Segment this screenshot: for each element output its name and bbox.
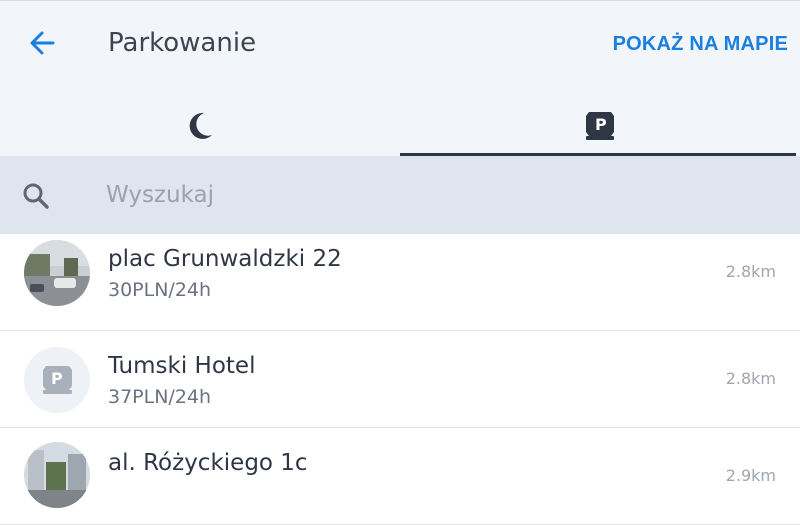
svg-text:P: P — [51, 369, 63, 388]
page-title: Parkowanie — [108, 28, 257, 58]
street-photo-thumbnail — [24, 240, 90, 306]
search-input[interactable] — [106, 175, 746, 215]
parking-icon-thumbnail: P — [24, 347, 90, 413]
list-item[interactable]: plac Grunwaldzki 22 30PLN/24h 2.8km — [0, 234, 800, 331]
item-price: 37PLN/24h — [108, 386, 212, 408]
moon-icon — [189, 112, 212, 139]
arrow-left-icon — [30, 31, 55, 55]
back-button[interactable] — [22, 25, 62, 61]
item-distance: 2.9km — [725, 466, 776, 485]
street-photo-thumbnail — [24, 442, 90, 508]
list-item[interactable]: al. Różyckiego 1c 2.9km — [0, 428, 800, 525]
item-price: 30PLN/24h — [108, 279, 212, 301]
tab-parking[interactable]: P — [400, 97, 800, 155]
item-distance: 2.8km — [725, 262, 776, 281]
tab-night[interactable] — [0, 97, 400, 155]
svg-text:P: P — [595, 115, 607, 134]
parking-icon: P — [43, 366, 72, 394]
item-distance: 2.8km — [725, 369, 776, 388]
parking-icon: P — [586, 112, 614, 140]
search-bar — [0, 156, 800, 234]
parking-list: plac Grunwaldzki 22 30PLN/24h 2.8km P Tu… — [0, 234, 800, 525]
item-name: plac Grunwaldzki 22 — [108, 246, 342, 272]
item-name: al. Różyckiego 1c — [108, 450, 308, 476]
search-icon — [23, 183, 49, 209]
app-header: Parkowanie POKAŻ NA MAPIE P — [0, 0, 800, 157]
item-name: Tumski Hotel — [108, 353, 256, 379]
list-item[interactable]: P Tumski Hotel 37PLN/24h 2.8km — [0, 331, 800, 428]
show-on-map-button[interactable]: POKAŻ NA MAPIE — [613, 31, 788, 57]
